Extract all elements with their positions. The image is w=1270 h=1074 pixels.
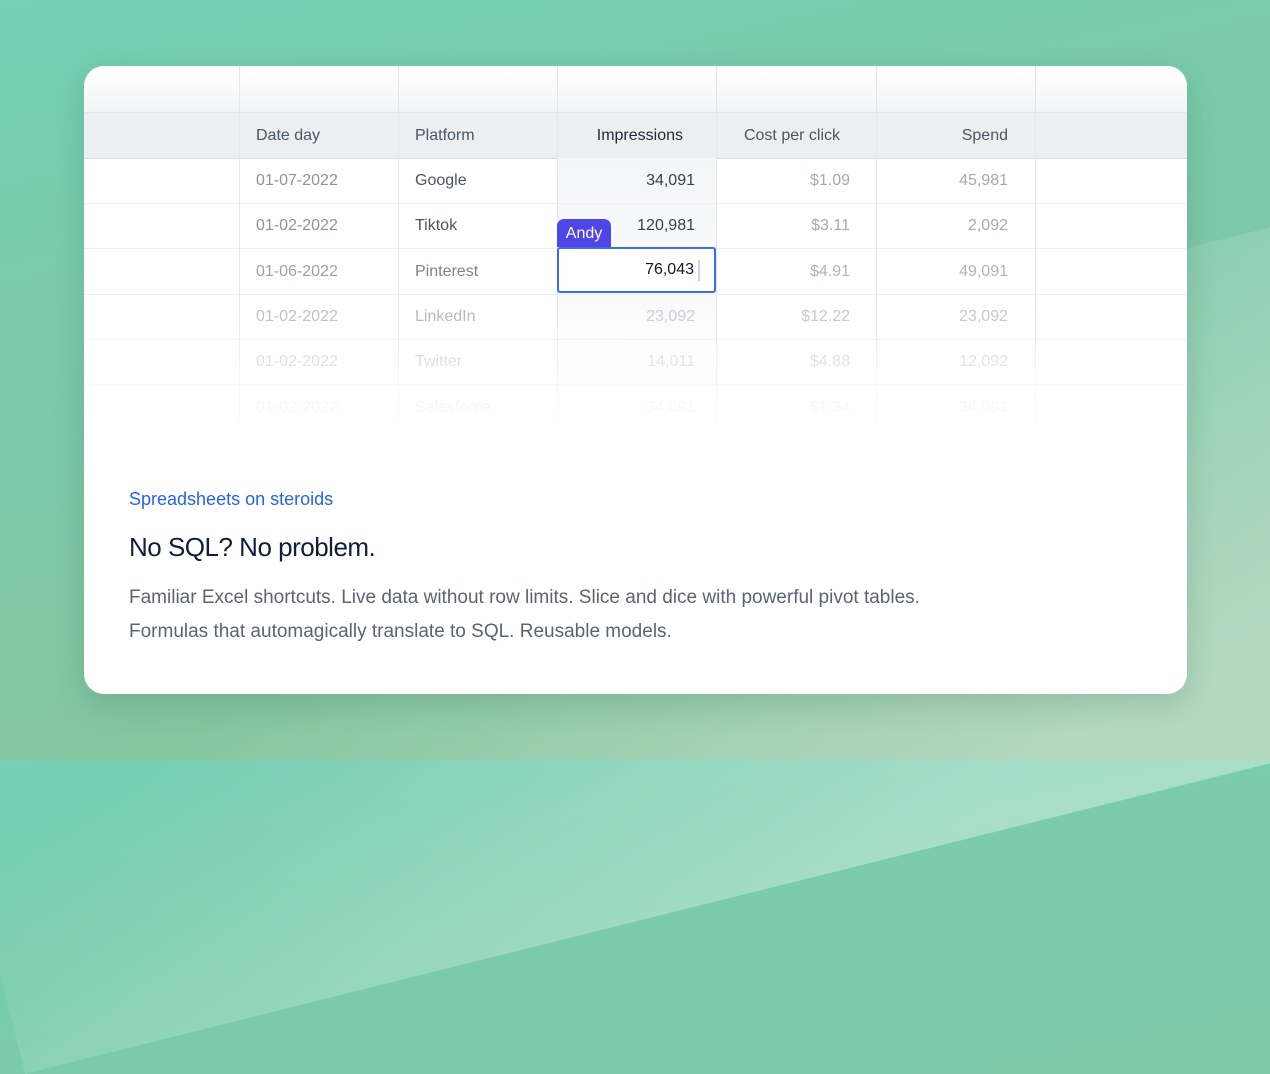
cell-cost-per-click[interactable]: $4.88 <box>716 339 850 384</box>
cell-impressions[interactable]: 34,091 <box>557 385 695 430</box>
cell-platform[interactable]: Twitter <box>415 339 462 384</box>
cell-spend[interactable]: 34,091 <box>876 385 1008 430</box>
cell-platform[interactable]: Pinterest <box>415 249 478 294</box>
feature-description: Familiar Excel shortcuts. Live data with… <box>129 581 1089 649</box>
column-letters-row <box>84 66 1187 113</box>
column-header-date[interactable]: Date day <box>256 113 320 158</box>
feature-description-line: Familiar Excel shortcuts. Live data with… <box>129 587 920 608</box>
column-header-spend[interactable]: Spend <box>876 113 1008 158</box>
cell-spend[interactable]: 45,981 <box>876 158 1008 203</box>
collaborator-tag: Andy <box>557 219 611 247</box>
column-divider <box>1035 66 1036 424</box>
column-header-platform[interactable]: Platform <box>415 113 475 158</box>
cell-cost-per-click[interactable]: $1.34 <box>716 385 850 430</box>
cell-spend[interactable]: 2,092 <box>876 203 1008 248</box>
cell-platform[interactable]: Salesforce <box>415 385 491 430</box>
cell-spend[interactable]: 23,092 <box>876 294 1008 339</box>
feature-kicker: Spreadsheets on steroids <box>129 489 334 509</box>
column-divider <box>239 66 240 424</box>
spreadsheet-grid: Date day Platform Impressions Cost per c… <box>84 66 1187 426</box>
edit-cell-value[interactable]: 76,043 <box>645 249 694 291</box>
column-header-cost-per-click[interactable]: Cost per click <box>716 113 840 158</box>
column-divider <box>398 66 399 424</box>
cell-impressions[interactable]: 14,011 <box>557 339 695 384</box>
cell-cost-per-click[interactable]: $12.22 <box>716 294 850 339</box>
cell-date[interactable]: 01-02-2022 <box>256 203 338 248</box>
cell-cost-per-click[interactable]: $4.91 <box>716 249 850 294</box>
active-edit-cell[interactable]: 76,043 <box>557 247 716 293</box>
feature-description-line: Formulas that automagically translate to… <box>129 621 672 642</box>
cell-spend[interactable]: 49,091 <box>876 249 1008 294</box>
feature-card: Date day Platform Impressions Cost per c… <box>84 66 1187 694</box>
column-header-impressions[interactable]: Impressions <box>557 113 683 158</box>
cell-cost-per-click[interactable]: $1.09 <box>716 158 850 203</box>
cell-date[interactable]: 01-02-2022 <box>256 294 338 339</box>
cell-platform[interactable]: Tiktok <box>415 203 457 248</box>
cell-platform[interactable]: Google <box>415 158 467 203</box>
cell-platform[interactable]: LinkedIn <box>415 294 476 339</box>
cell-impressions[interactable]: 34,091 <box>557 158 695 203</box>
cell-date[interactable]: 01-06-2022 <box>256 249 338 294</box>
cell-date[interactable]: 01-07-2022 <box>256 158 338 203</box>
cell-cost-per-click[interactable]: $3.11 <box>716 203 850 248</box>
cell-date[interactable]: 01-02-2022 <box>256 339 338 384</box>
cell-date[interactable]: 01-02-2022 <box>256 385 338 430</box>
cell-spend[interactable]: 12,092 <box>876 339 1008 384</box>
text-cursor <box>698 260 700 281</box>
cell-impressions[interactable]: 23,092 <box>557 294 695 339</box>
feature-headline: No SQL? No problem. <box>129 532 376 562</box>
